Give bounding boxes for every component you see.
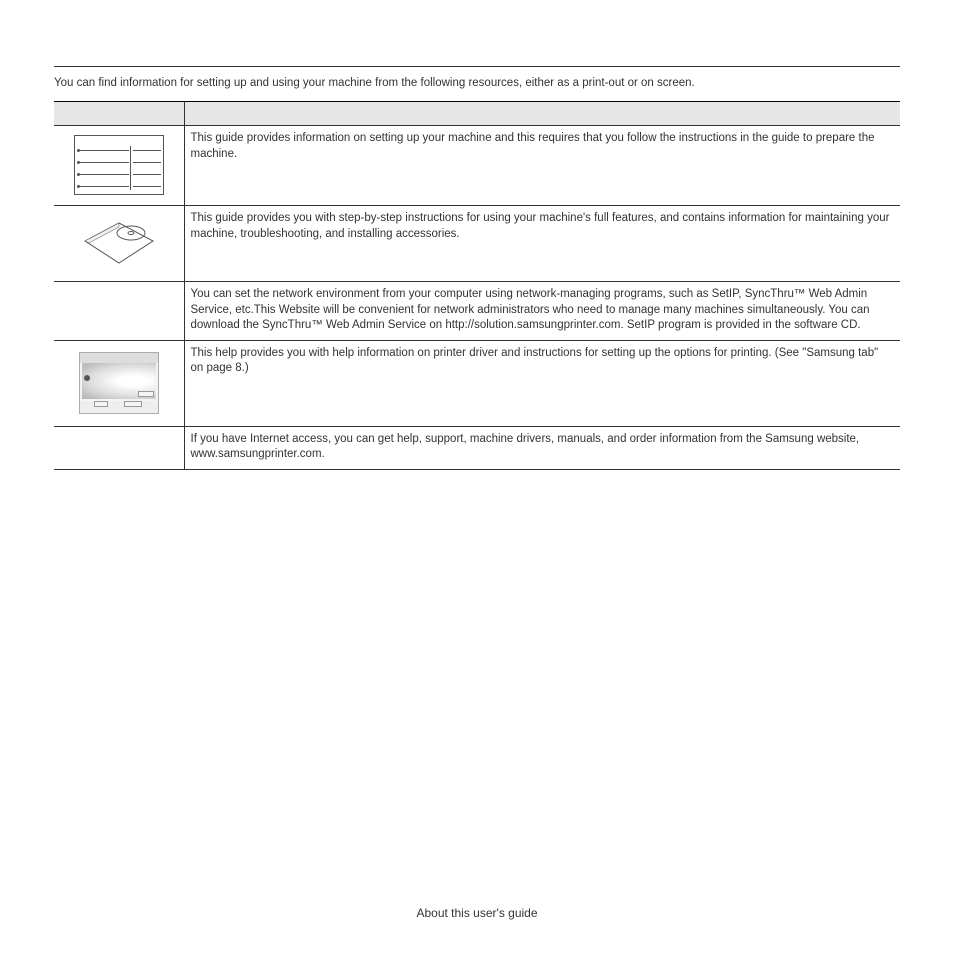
resources-table: This guide provides information on setti… <box>54 101 900 470</box>
table-row: This help provides you with help informa… <box>54 340 900 426</box>
user-guide-desc: This guide provides you with step-by-ste… <box>184 206 900 282</box>
table-row: You can set the network environment from… <box>54 282 900 341</box>
page-footer: About this user's guide <box>0 906 954 920</box>
website-icon <box>54 426 184 469</box>
table-row: This guide provides information on setti… <box>54 126 900 206</box>
table-row: This guide provides you with step-by-ste… <box>54 206 900 282</box>
intro-text: You can find information for setting up … <box>54 75 900 91</box>
top-rule <box>54 66 900 67</box>
network-setup-desc: You can set the network environment from… <box>184 282 900 341</box>
quick-install-guide-desc: This guide provides information on setti… <box>184 126 900 206</box>
user-guide-icon <box>54 206 184 282</box>
quick-install-guide-icon <box>54 126 184 206</box>
header-left <box>54 102 184 126</box>
table-header-row <box>54 102 900 126</box>
website-desc: If you have Internet access, you can get… <box>184 426 900 469</box>
network-setup-icon <box>54 282 184 341</box>
driver-help-icon <box>54 340 184 426</box>
header-right <box>184 102 900 126</box>
table-row: If you have Internet access, you can get… <box>54 426 900 469</box>
page-content: You can find information for setting up … <box>0 0 954 470</box>
driver-help-desc: This help provides you with help informa… <box>184 340 900 426</box>
